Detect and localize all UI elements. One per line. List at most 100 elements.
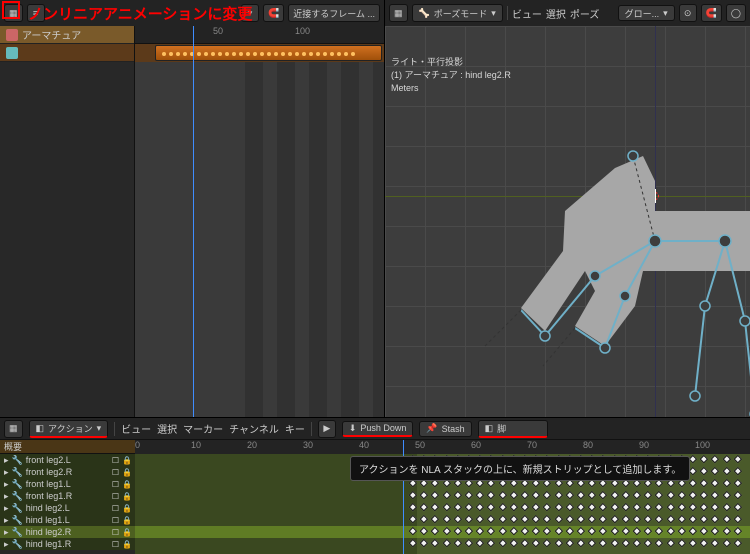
channel-label: front leg2.L — [26, 455, 71, 465]
channel-label: hind leg2.R — [26, 527, 72, 537]
channel-row[interactable]: ▸🔧front leg1.L ☐🔒 — [0, 478, 135, 490]
chevron-down-icon: ▾ — [663, 8, 668, 19]
mode-dropdown[interactable]: ◧ アクション ▾ — [29, 420, 109, 438]
wrench-icon: 🔧 — [12, 527, 23, 538]
time-ruler[interactable]: 0102030405060708090100110 — [135, 440, 750, 454]
menu-select[interactable]: 選択 — [546, 6, 566, 21]
pushdown-tooltip: アクションを NLA スタックの上に、新規ストリップとして追加します。 — [350, 456, 690, 481]
wrench-icon: 🔧 — [12, 479, 23, 490]
chevron-right-icon: ▸ — [4, 455, 9, 466]
nla-armature-row[interactable]: アーマチュア — [0, 26, 134, 44]
play-button[interactable]: ▶ — [318, 420, 336, 438]
snap-mode-dropdown[interactable]: 近接するフレーム ... — [288, 4, 380, 22]
channel-row[interactable]: ▸🔧hind leg1.L ☐🔒 — [0, 514, 135, 526]
wrench-icon: 🔧 — [12, 539, 23, 550]
lock-icon[interactable]: 🔒 — [122, 540, 131, 549]
nla-time-ruler[interactable]: 50 100 — [135, 26, 384, 44]
channel-row[interactable]: ▸🔧hind leg2.L ☐🔒 — [0, 502, 135, 514]
channel-row[interactable]: ▸🔧front leg2.L ☐🔒 — [0, 454, 135, 466]
stash-button[interactable]: 📌 Stash — [419, 421, 471, 437]
mute-icon[interactable]: ☐ — [111, 504, 120, 513]
mute-icon[interactable]: ☐ — [111, 516, 120, 525]
summary-row[interactable]: 概要 — [0, 440, 135, 454]
chevron-right-icon: ▸ — [4, 503, 9, 514]
action-icon: ◧ — [485, 423, 494, 434]
channel-row[interactable]: ▸🔧hind leg2.R ☐🔒 — [0, 526, 135, 538]
chevron-down-icon: ▾ — [491, 8, 496, 19]
lock-icon[interactable]: 🔒 — [122, 504, 131, 513]
mute-icon[interactable]: ☐ — [111, 456, 120, 465]
chevron-right-icon: ▸ — [4, 527, 9, 538]
dopesheet-channel-tree: 概要 ▸🔧front leg2.L☐🔒▸🔧front leg2.R☐🔒▸🔧fro… — [0, 440, 135, 554]
mute-icon[interactable]: ☐ — [111, 540, 120, 549]
nla-track-area[interactable]: 50 100 — [135, 26, 384, 417]
channel-row[interactable]: ▸🔧front leg2.R ☐🔒 — [0, 466, 135, 478]
pivot-button[interactable]: ⊙ — [679, 4, 697, 22]
channel-label: front leg1.L — [26, 479, 71, 489]
lock-icon[interactable]: 🔒 — [122, 480, 131, 489]
3d-viewport[interactable]: ▦ 🦴 ポーズモード ▾ ビュー 選択 ポーズ グロー...▾ ⊙ 🧲 ◯ — [385, 0, 750, 418]
menu-select[interactable]: 選択 — [157, 421, 177, 436]
action-icon — [6, 47, 18, 59]
mute-icon[interactable]: ☐ — [111, 492, 120, 501]
lock-icon[interactable]: 🔒 — [122, 492, 131, 501]
channel-row[interactable]: ▸🔧front leg1.R ☐🔒 — [0, 490, 135, 502]
channel-label: hind leg2.L — [26, 503, 70, 513]
nla-playhead[interactable] — [193, 26, 194, 417]
chevron-right-icon: ▸ — [4, 491, 9, 502]
snap-button[interactable]: 🧲 — [263, 4, 284, 22]
armature-icon: 🦴 — [419, 8, 430, 19]
action-name-field[interactable]: ◧ 脚 — [478, 420, 548, 438]
channel-label: front leg2.R — [26, 467, 73, 477]
pushdown-button[interactable]: ⬇ Push Down — [342, 421, 414, 437]
snap-button[interactable]: 🧲 — [701, 4, 722, 22]
chevron-down-icon: ▾ — [97, 423, 102, 434]
stash-icon: 📌 — [426, 423, 437, 434]
annotation-text: ノンリニアアニメーションに変更 — [28, 3, 252, 24]
nla-channel-tree: アーマチュア — [0, 26, 135, 417]
menu-channel[interactable]: チャンネル — [229, 421, 279, 436]
menu-marker[interactable]: マーカー — [183, 421, 223, 436]
chevron-right-icon: ▸ — [4, 515, 9, 526]
lock-icon[interactable]: 🔒 — [122, 468, 131, 477]
nla-action-row[interactable] — [0, 44, 134, 62]
editor-type-button[interactable]: ▦ — [4, 420, 23, 438]
chevron-right-icon: ▸ — [4, 539, 9, 550]
orientation-dropdown[interactable]: グロー...▾ — [618, 5, 675, 21]
viewport-overlay-text: ライト・平行投影 (1) アーマチュア : hind leg2.R Meters — [391, 56, 511, 95]
nla-editor: ノンリニアアニメーションに変更 ▦ ≡ ▾ 🧲 近接するフレーム ... アーマ… — [0, 0, 385, 418]
channel-row[interactable]: ▸🔧hind leg1.R ☐🔒 — [0, 538, 135, 550]
proportional-button[interactable]: ◯ — [726, 4, 746, 22]
channel-label: front leg1.R — [26, 491, 73, 501]
pushdown-icon: ⬇ — [349, 423, 357, 434]
lock-icon[interactable]: 🔒 — [122, 456, 131, 465]
mute-icon[interactable]: ☐ — [111, 468, 120, 477]
wrench-icon: 🔧 — [12, 491, 23, 502]
menu-view[interactable]: ビュー — [512, 6, 542, 21]
nla-strip[interactable] — [155, 45, 382, 61]
armature-label: アーマチュア — [22, 27, 81, 42]
armature-icon — [6, 29, 18, 41]
chevron-right-icon: ▸ — [4, 467, 9, 478]
editor-type-button[interactable]: ▦ — [389, 4, 408, 22]
menu-pose[interactable]: ポーズ — [570, 6, 600, 21]
mute-icon[interactable]: ☐ — [111, 528, 120, 537]
dopesheet-track-area[interactable]: 0102030405060708090100110 アクションを NLA スタッ… — [135, 440, 750, 554]
menu-key[interactable]: キー — [285, 421, 305, 436]
mode-dropdown[interactable]: 🦴 ポーズモード ▾ — [412, 4, 503, 22]
chevron-right-icon: ▸ — [4, 479, 9, 490]
horse-mesh[interactable] — [425, 96, 750, 416]
wrench-icon: 🔧 — [12, 467, 23, 478]
3dview-header: ▦ 🦴 ポーズモード ▾ ビュー 選択 ポーズ グロー...▾ ⊙ 🧲 ◯ — [385, 0, 750, 26]
lock-icon[interactable]: 🔒 — [122, 516, 131, 525]
menu-view[interactable]: ビュー — [121, 421, 151, 436]
dopesheet-header: ▦ ◧ アクション ▾ ビュー 選択 マーカー チャンネル キー ▶ ⬇ Pus… — [0, 418, 750, 440]
action-icon: ◧ — [36, 423, 45, 434]
wrench-icon: 🔧 — [12, 515, 23, 526]
wrench-icon: 🔧 — [12, 503, 23, 514]
wrench-icon: 🔧 — [12, 455, 23, 466]
channel-label: hind leg1.R — [26, 539, 72, 549]
lock-icon[interactable]: 🔒 — [122, 528, 131, 537]
channel-label: hind leg1.L — [26, 515, 70, 525]
mute-icon[interactable]: ☐ — [111, 480, 120, 489]
